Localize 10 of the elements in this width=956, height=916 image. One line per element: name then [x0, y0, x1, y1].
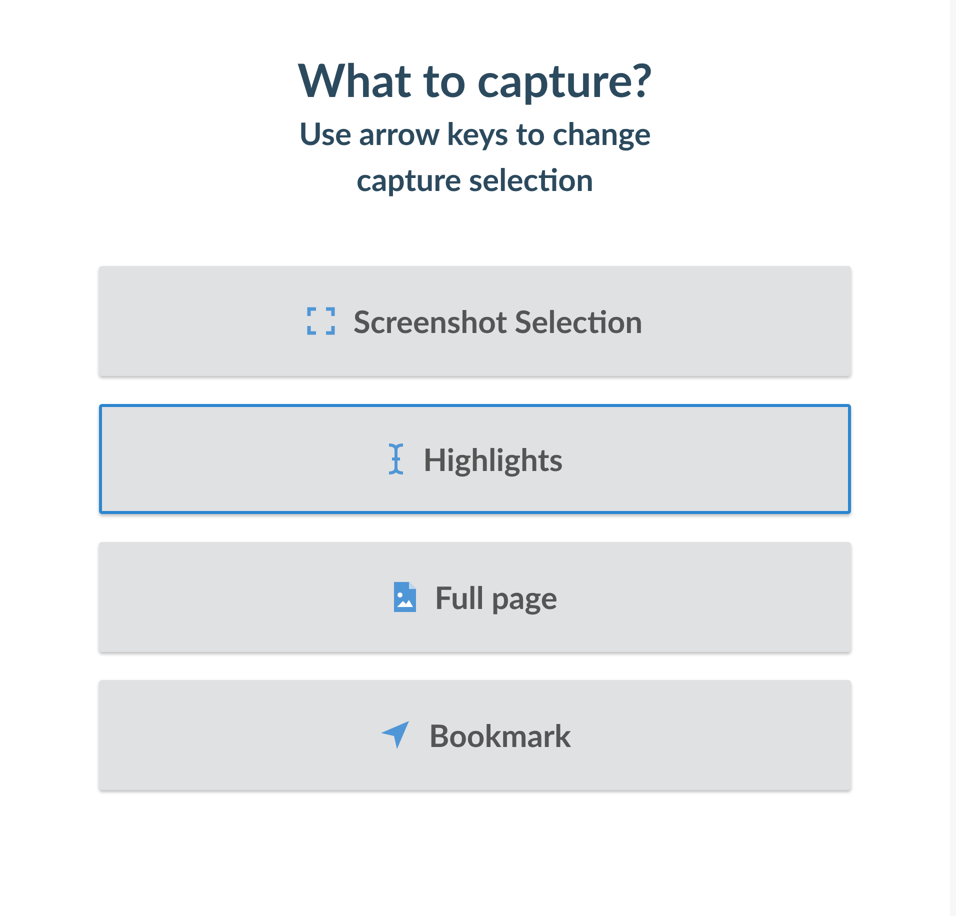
capture-option-button[interactable]: Highlights: [99, 404, 851, 514]
navigation-arrow-icon: [378, 719, 411, 751]
capture-option-button[interactable]: Bookmark: [99, 680, 851, 790]
capture-option-button[interactable]: Screenshot Selection: [99, 266, 851, 376]
page-subtitle: Use arrow keys to change capture selection: [298, 113, 652, 200]
text-cursor-icon: [387, 443, 406, 475]
image-file-icon: [392, 581, 417, 613]
capture-option-button[interactable]: Full page: [99, 542, 851, 652]
selection-frame-icon: [307, 307, 336, 335]
page-title: What to capture?: [297, 52, 653, 108]
